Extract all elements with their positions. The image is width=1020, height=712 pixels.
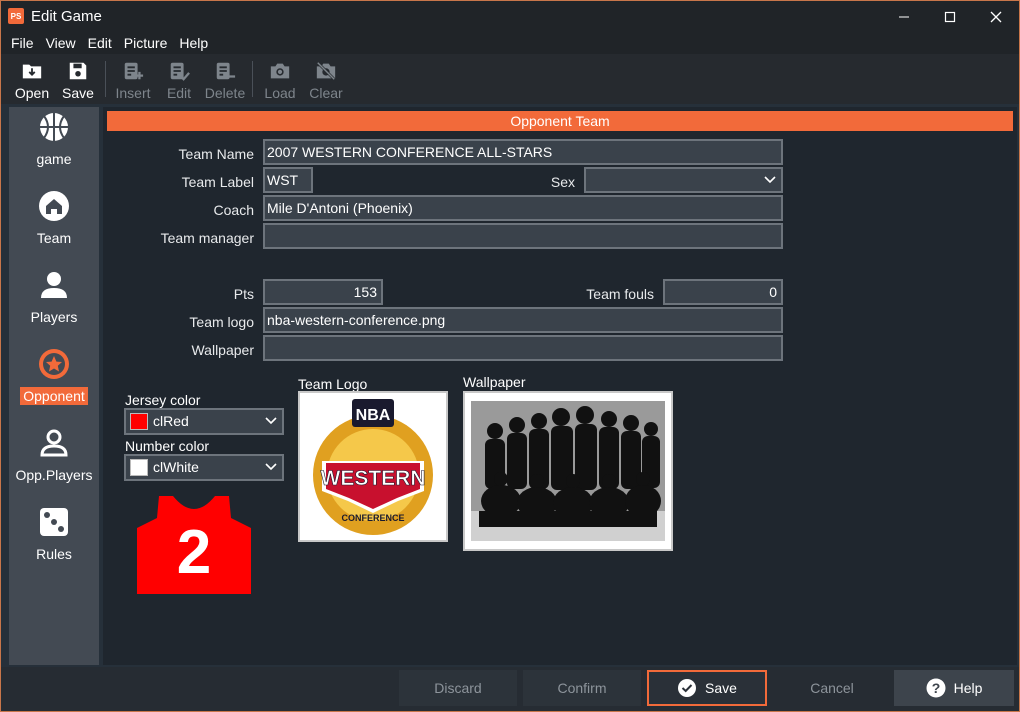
logo-top-text: NBA xyxy=(356,407,391,424)
wallpaper-caption: Wallpaper xyxy=(463,374,526,390)
open-file-icon xyxy=(22,64,42,79)
toolbar: Open Save Insert Edit Delete Load Clear xyxy=(1,54,1019,104)
clear-button[interactable]: Clear xyxy=(303,54,349,104)
jersey-color-label: Jersey color xyxy=(125,392,201,408)
star-badge-icon xyxy=(39,349,69,379)
home-icon xyxy=(39,191,69,221)
camera-off-icon xyxy=(316,61,336,81)
app-icon: PS xyxy=(8,8,24,24)
pts-input[interactable]: 153 xyxy=(263,279,383,305)
save-button[interactable]: Save xyxy=(647,670,767,706)
team-silhouette-photo xyxy=(465,393,671,549)
jersey-color-swatch xyxy=(130,413,148,430)
wallpaper-image[interactable] xyxy=(463,391,673,551)
team-fouls-label: Team fouls xyxy=(586,286,654,302)
maximize-icon xyxy=(944,11,956,22)
team-logo-input[interactable]: nba-western-conference.png xyxy=(263,307,783,333)
title-bar: PS Edit Game xyxy=(1,1,1019,32)
number-color-label: Number color xyxy=(125,438,210,454)
maximize-button[interactable] xyxy=(927,1,973,32)
menu-help[interactable]: Help xyxy=(173,35,214,51)
team-name-label: Team Name xyxy=(178,146,254,162)
footer-bar: Discard Confirm Save Cancel ? Help xyxy=(1,667,1019,711)
delete-icon xyxy=(216,62,236,80)
sidebar-item-opponent[interactable]: Opponent xyxy=(9,348,99,418)
jersey-preview: 2 xyxy=(137,496,251,594)
opponent-team-panel: Opponent Team Team Name 2007 WESTERN CON… xyxy=(103,107,1017,665)
help-circle-icon: ? xyxy=(926,678,946,698)
svg-text:?: ? xyxy=(931,680,940,696)
team-logo-caption: Team Logo xyxy=(298,376,368,392)
team-label-label: Team Label xyxy=(181,174,254,190)
toolbar-separator xyxy=(252,61,253,97)
jersey-color-select[interactable]: clRed xyxy=(124,408,284,435)
menu-view[interactable]: View xyxy=(40,35,82,51)
sex-select[interactable] xyxy=(584,167,783,193)
team-logo-label: Team logo xyxy=(189,314,254,330)
team-name-input[interactable]: 2007 WESTERN CONFERENCE ALL-STARS xyxy=(263,139,783,165)
menu-bar: File View Edit Picture Help xyxy=(1,32,1019,54)
menu-picture[interactable]: Picture xyxy=(118,35,174,51)
sidebar: game Team Players Opponent Opp.Players R… xyxy=(9,107,99,665)
team-manager-label: Team manager xyxy=(160,230,254,246)
person-outline-icon xyxy=(40,429,68,457)
sidebar-item-rules[interactable]: Rules xyxy=(9,506,99,576)
team-fouls-input[interactable]: 0 xyxy=(663,279,783,305)
help-button[interactable]: ? Help xyxy=(894,670,1014,706)
open-button[interactable]: Open xyxy=(9,54,55,104)
basketball-icon xyxy=(40,113,68,141)
edit-icon xyxy=(170,62,190,81)
chevron-down-icon xyxy=(265,417,277,425)
edit-button[interactable]: Edit xyxy=(156,54,202,104)
sidebar-item-team[interactable]: Team xyxy=(9,190,99,260)
close-icon xyxy=(990,11,1002,22)
edit-game-window: PS Edit Game File View Edit Picture Help… xyxy=(0,0,1020,712)
menu-edit[interactable]: Edit xyxy=(82,35,118,51)
sidebar-item-opp-players[interactable]: Opp.Players xyxy=(9,427,99,497)
logo-main-text: WESTERN xyxy=(321,467,426,490)
toolbar-separator xyxy=(105,61,106,97)
chevron-down-icon xyxy=(265,463,277,471)
confirm-button[interactable]: Confirm xyxy=(523,670,641,706)
minimize-icon xyxy=(899,16,909,17)
nba-western-conference-logo: NBA WESTERN CONFERENCE xyxy=(313,399,433,535)
pts-label: Pts xyxy=(233,286,254,302)
person-icon xyxy=(41,272,67,298)
sidebar-item-players[interactable]: Players xyxy=(9,269,99,339)
logo-bottom-text: CONFERENCE xyxy=(341,513,404,523)
insert-button[interactable]: Insert xyxy=(110,54,156,104)
floppy-save-icon xyxy=(69,62,87,80)
section-title: Opponent Team xyxy=(107,111,1013,131)
insert-icon xyxy=(124,62,144,80)
load-button[interactable]: Load xyxy=(257,54,303,104)
team-manager-input[interactable] xyxy=(263,223,783,249)
delete-button[interactable]: Delete xyxy=(202,54,248,104)
cancel-button[interactable]: Cancel xyxy=(773,670,891,706)
check-circle-icon xyxy=(678,679,697,697)
sidebar-item-game[interactable]: game xyxy=(9,111,99,181)
coach-label: Coach xyxy=(213,202,254,218)
window-title: Edit Game xyxy=(31,8,102,25)
coach-input[interactable]: Mile D'Antoni (Phoenix) xyxy=(263,195,783,221)
team-logo-image[interactable]: NBA WESTERN CONFERENCE xyxy=(298,391,448,542)
number-color-select[interactable]: clWhite xyxy=(124,454,284,481)
camera-icon xyxy=(270,63,290,79)
dice-icon xyxy=(40,508,68,536)
chevron-down-icon xyxy=(764,176,776,184)
number-color-swatch xyxy=(130,459,148,476)
close-button[interactable] xyxy=(973,1,1019,32)
wallpaper-label: Wallpaper xyxy=(191,342,254,358)
minimize-button[interactable] xyxy=(881,1,927,32)
team-label-input[interactable]: WST xyxy=(263,167,313,193)
sex-label: Sex xyxy=(550,174,575,190)
wallpaper-input[interactable] xyxy=(263,335,783,361)
jersey-number: 2 xyxy=(177,518,211,587)
save-toolbar-button[interactable]: Save xyxy=(55,54,101,104)
discard-button[interactable]: Discard xyxy=(399,670,517,706)
menu-file[interactable]: File xyxy=(5,35,40,51)
